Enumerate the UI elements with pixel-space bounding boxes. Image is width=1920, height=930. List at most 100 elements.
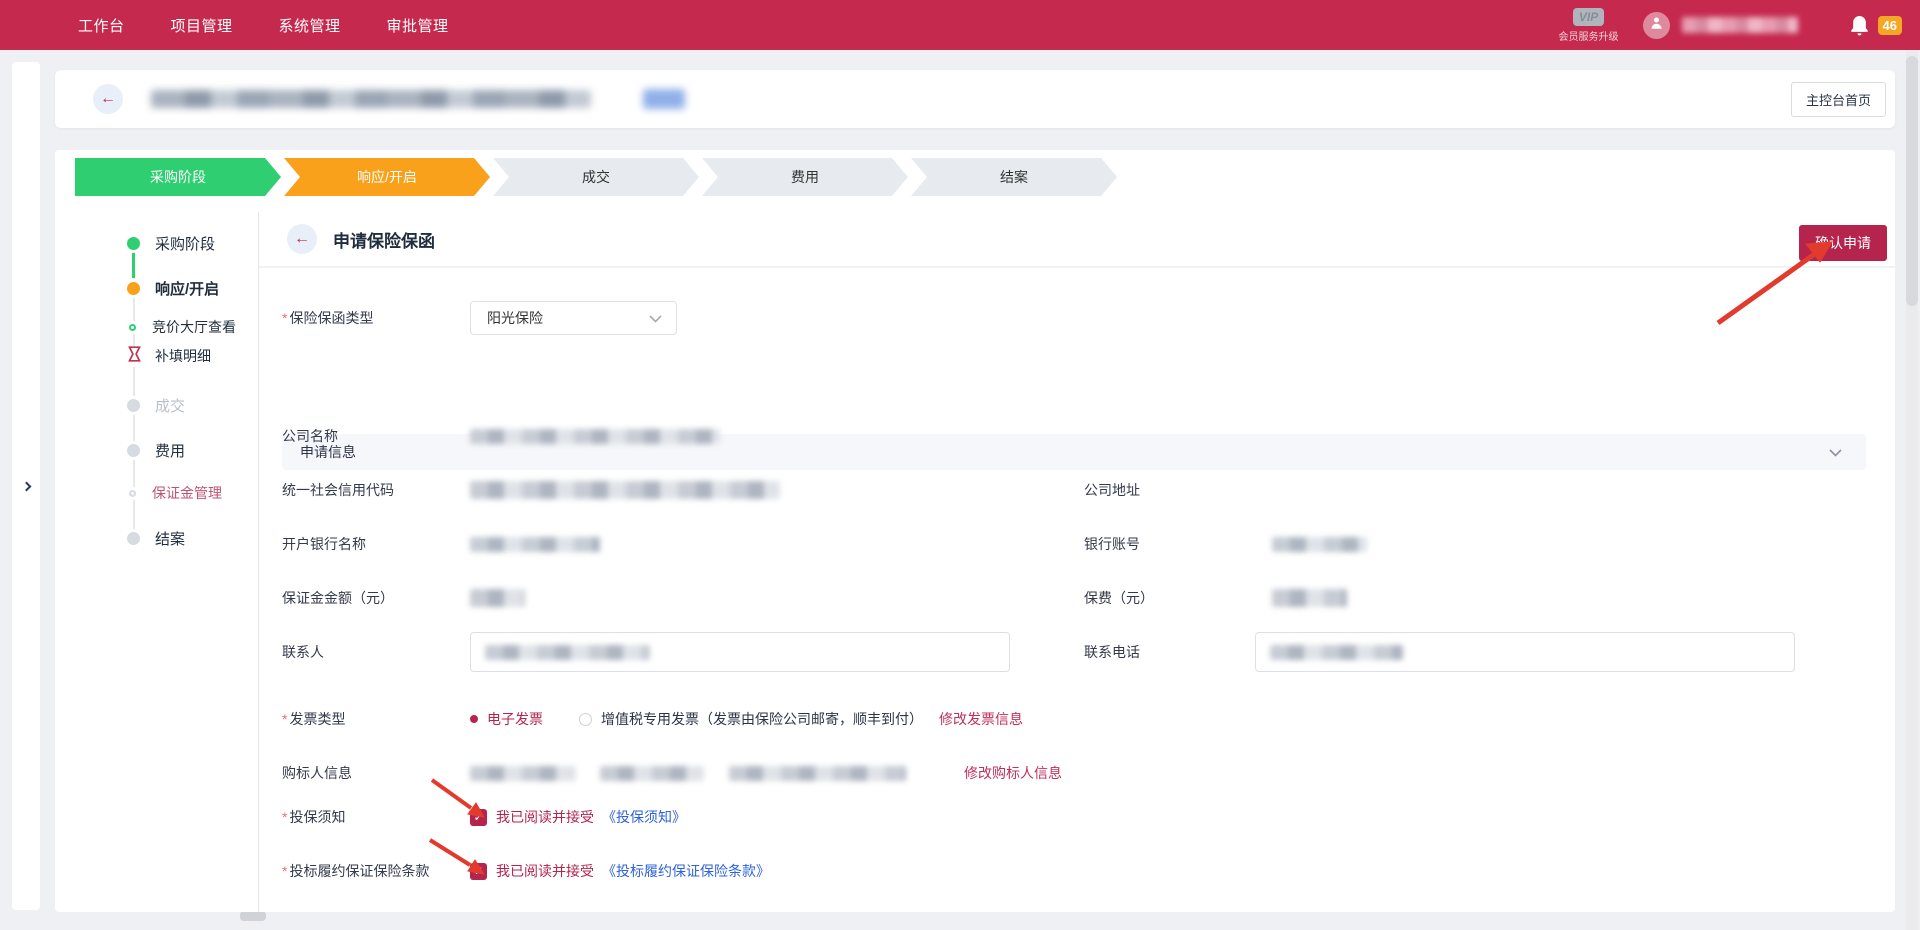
sidebar-item-supplement-details[interactable]: 补填明细 (55, 346, 211, 366)
notice-row: 投保须知 ✓ 我已阅读并接受 《投保须知》 (259, 807, 1895, 827)
insurance-form: ← 申请保险保函 确认申请 保险保函类型 阳光保险 申请信息 (259, 212, 1895, 912)
check-icon: ✓ (473, 864, 483, 878)
bank-account-value-redacted (1272, 537, 1367, 552)
confirm-apply-button[interactable]: 确认申请 (1799, 225, 1887, 261)
contact-row: 联系人 联系电话 (259, 632, 1895, 672)
insurance-type-value: 阳光保险 (487, 308, 649, 328)
person-icon (1649, 15, 1664, 35)
buyer-value-1-redacted (470, 766, 575, 781)
stage-pending-dot-icon (127, 444, 140, 457)
notification-count-badge[interactable]: 46 (1878, 16, 1902, 35)
credit-code-label: 统一社会信用代码 (282, 480, 470, 500)
step-response-open[interactable]: 响应/开启 (284, 158, 490, 196)
substep-ring-icon (129, 324, 136, 331)
project-title-redacted (151, 90, 591, 108)
sidebar-item-response-open[interactable]: 响应/开启 (55, 278, 219, 298)
username-redacted[interactable] (1682, 17, 1798, 33)
invoice-type-row: 发票类型 电子发票 增值税专用发票（发票由保险公司邮寄，顺丰到付） 修改发票信息 (259, 709, 1895, 729)
bank-name-label: 开户银行名称 (282, 534, 470, 554)
terms-checkbox-checked[interactable]: ✓ (470, 863, 487, 880)
deposit-amount-label: 保证金金额（元） (282, 588, 470, 608)
bank-account-label: 银行账号 (1084, 534, 1140, 554)
radio-vat-invoice[interactable] (579, 713, 592, 726)
chevron-down-icon (649, 310, 662, 326)
top-navigation: 工作台 项目管理 系统管理 审批管理 (78, 15, 449, 36)
sidebar-item-fees[interactable]: 费用 (55, 440, 185, 460)
stage-timeline: 采购阶段 响应/开启 竞价大厅查看 补填明细 成交 (55, 150, 258, 912)
check-icon: ✓ (473, 810, 483, 824)
contact-label: 联系人 (282, 642, 470, 662)
bank-name-value-redacted (470, 537, 600, 552)
bank-name-row: 开户银行名称 银行账号 (259, 534, 1895, 554)
nav-system-management[interactable]: 系统管理 (279, 15, 341, 36)
chevron-down-icon (1829, 444, 1842, 460)
hourglass-icon (128, 346, 141, 367)
sidebar-item-deposit-management[interactable]: 保证金管理 (55, 483, 222, 503)
console-home-button[interactable]: 主控台首页 (1791, 82, 1886, 117)
chevron-right-icon (21, 481, 31, 491)
deposit-amount-row: 保证金金额（元） 保费（元） (259, 588, 1895, 608)
contact-phone-input[interactable] (1255, 632, 1795, 672)
buyer-value-3-redacted (729, 766, 906, 781)
form-title-row: ← 申请保险保函 确认申请 (259, 212, 1895, 268)
step-deal[interactable]: 成交 (493, 158, 699, 196)
vertical-scrollbar-thumb[interactable] (1906, 56, 1918, 306)
company-address-label: 公司地址 (1084, 480, 1140, 500)
nav-workbench[interactable]: 工作台 (78, 15, 125, 36)
stage-pending-dot-icon (127, 532, 140, 545)
company-name-row: 公司名称 (259, 426, 1895, 446)
vat-invoice-option-label[interactable]: 增值税专用发票（发票由保险公司邮寄，顺丰到付） (601, 709, 923, 729)
main-panel: 采购阶段 响应/开启 成交 费用 结案 采购阶段 响应/开启 竞价大厅查看 (55, 150, 1895, 912)
notice-document-link[interactable]: 《投保须知》 (602, 807, 686, 827)
user-avatar[interactable] (1643, 12, 1670, 39)
company-name-value-redacted (470, 429, 720, 444)
edit-invoice-info-link[interactable]: 修改发票信息 (939, 709, 1023, 729)
sidebar-expand-strip[interactable] (12, 62, 40, 910)
form-back-button[interactable]: ← (287, 224, 317, 254)
arrow-left-icon: ← (294, 230, 310, 248)
vip-icon: VIP (1573, 8, 1604, 26)
step-fees[interactable]: 费用 (702, 158, 908, 196)
arrow-left-icon: ← (100, 90, 116, 108)
notice-checkbox-checked[interactable]: ✓ (470, 809, 487, 826)
insurance-type-label: 保险保函类型 (282, 308, 470, 328)
credit-code-row: 统一社会信用代码 公司地址 (259, 480, 1895, 500)
terms-agree-text: 我已阅读并接受 (496, 861, 594, 881)
app-window: 工作台 项目管理 系统管理 审批管理 VIP 会员服务升级 46 (0, 0, 1920, 930)
edit-buyer-info-link[interactable]: 修改购标人信息 (964, 763, 1062, 783)
page-title: 申请保险保函 (333, 227, 435, 252)
premium-value-redacted (1272, 589, 1347, 607)
vip-upgrade[interactable]: VIP 会员服务升级 (1559, 8, 1619, 43)
buyer-info-row: 购标人信息 修改购标人信息 (259, 763, 1895, 783)
substep-ring-icon (129, 490, 136, 497)
step-closing[interactable]: 结案 (911, 158, 1117, 196)
topbar-right: VIP 会员服务升级 46 (1559, 0, 1902, 50)
nav-approval-management[interactable]: 审批管理 (387, 15, 449, 36)
terms-label: 投标履约保证保险条款 (282, 861, 470, 881)
buyer-info-label: 购标人信息 (282, 763, 470, 783)
sidebar-item-bidding-hall[interactable]: 竞价大厅查看 (55, 317, 236, 337)
insurance-type-select[interactable]: 阳光保险 (470, 301, 677, 335)
notice-label: 投保须知 (282, 807, 470, 827)
stage-current-dot-icon (127, 282, 140, 295)
horizontal-scrollbar-thumb[interactable] (240, 911, 266, 921)
terms-document-link[interactable]: 《投标履约保证保险条款》 (602, 861, 770, 881)
deposit-amount-value-redacted (470, 589, 525, 607)
insurance-type-row: 保险保函类型 阳光保险 (259, 301, 1895, 335)
sidebar-item-procurement-stage[interactable]: 采购阶段 (55, 233, 215, 253)
vip-caption: 会员服务升级 (1559, 28, 1619, 43)
electronic-invoice-option-label[interactable]: 电子发票 (487, 709, 543, 729)
terms-row: 投标履约保证保险条款 ✓ 我已阅读并接受 《投标履约保证保险条款》 (259, 861, 1895, 881)
credit-code-value-redacted (470, 481, 780, 499)
timeline-line-done (132, 250, 135, 278)
contact-input[interactable] (470, 632, 1010, 672)
nav-project-management[interactable]: 项目管理 (171, 15, 233, 36)
radio-electronic-invoice-selected[interactable] (470, 715, 478, 723)
sidebar-item-closing[interactable]: 结案 (55, 528, 185, 548)
contact-value-redacted (485, 645, 650, 660)
notification-bell-icon[interactable] (1850, 15, 1869, 36)
header-back-button[interactable]: ← (93, 84, 123, 114)
sidebar-item-deal[interactable]: 成交 (55, 395, 185, 415)
notice-agree-text: 我已阅读并接受 (496, 807, 594, 827)
contact-phone-value-redacted (1270, 645, 1403, 660)
